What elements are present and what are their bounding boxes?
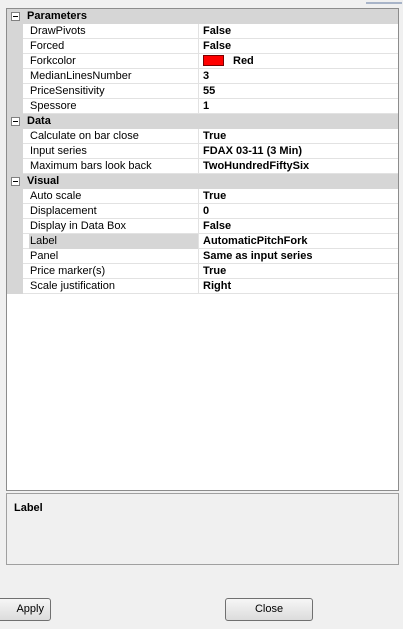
color-swatch: [203, 55, 224, 66]
property-row-price-markers[interactable]: Price marker(s) True: [7, 264, 398, 279]
property-grid[interactable]: Parameters DrawPivots False Forced False…: [6, 8, 399, 491]
property-row-medianlinesnumber[interactable]: MedianLinesNumber 3: [7, 69, 398, 84]
property-name: Forkcolor: [29, 54, 199, 69]
property-row-scale-justification[interactable]: Scale justification Right: [7, 279, 398, 294]
property-name: Auto scale: [29, 189, 199, 204]
property-name: PriceSensitivity: [29, 84, 199, 99]
category-label: Parameters: [27, 10, 87, 22]
property-name: Scale justification: [29, 279, 199, 294]
property-row-forced[interactable]: Forced False: [7, 39, 398, 54]
property-value[interactable]: True: [200, 264, 398, 279]
property-name: Display in Data Box: [29, 219, 199, 234]
property-name: Price marker(s): [29, 264, 199, 279]
category-label: Data: [27, 115, 51, 127]
property-row-forkcolor[interactable]: Forkcolor Red: [7, 54, 398, 69]
property-row-calculate-on-bar-close[interactable]: Calculate on bar close True: [7, 129, 398, 144]
title-bar-fragment: [366, 2, 402, 4]
apply-button[interactable]: Apply: [0, 598, 51, 621]
property-name: Spessore: [29, 99, 199, 114]
property-row-auto-scale[interactable]: Auto scale True: [7, 189, 398, 204]
category-visual[interactable]: Visual: [7, 174, 398, 189]
collapse-icon[interactable]: [11, 12, 20, 21]
property-name: Label: [29, 234, 199, 249]
property-description-panel: Label: [6, 493, 399, 565]
property-name: Panel: [29, 249, 199, 264]
close-button[interactable]: Close: [225, 598, 313, 621]
property-name: DrawPivots: [29, 24, 199, 39]
property-value[interactable]: True: [200, 189, 398, 204]
window-top-strip: [0, 0, 403, 8]
property-row-display-in-data-box[interactable]: Display in Data Box False: [7, 219, 398, 234]
property-value[interactable]: FDAX 03-11 (3 Min): [200, 144, 398, 159]
property-row-maximum-bars-look-back[interactable]: Maximum bars look back TwoHundredFiftySi…: [7, 159, 398, 174]
property-value[interactable]: 3: [200, 69, 398, 84]
property-row-displacement[interactable]: Displacement 0: [7, 204, 398, 219]
property-name: MedianLinesNumber: [29, 69, 199, 84]
collapse-icon[interactable]: [11, 177, 20, 186]
property-value[interactable]: 1: [200, 99, 398, 114]
property-value[interactable]: False: [200, 24, 398, 39]
property-value[interactable]: 0: [200, 204, 398, 219]
property-value[interactable]: 55: [200, 84, 398, 99]
property-name: Calculate on bar close: [29, 129, 199, 144]
category-label: Visual: [27, 175, 60, 187]
property-value[interactable]: Same as input series: [200, 249, 398, 264]
property-row-pricesensitivity[interactable]: PriceSensitivity 55: [7, 84, 398, 99]
category-data[interactable]: Data: [7, 114, 398, 129]
property-value[interactable]: Right: [200, 279, 398, 294]
property-row-input-series[interactable]: Input series FDAX 03-11 (3 Min): [7, 144, 398, 159]
collapse-icon[interactable]: [11, 117, 20, 126]
property-name: Forced: [29, 39, 199, 54]
property-value-color[interactable]: Red: [200, 54, 398, 69]
property-name: Input series: [29, 144, 199, 159]
color-name: Red: [233, 55, 254, 67]
property-value[interactable]: AutomaticPitchFork: [200, 234, 398, 249]
property-value[interactable]: True: [200, 129, 398, 144]
property-row-label[interactable]: Label AutomaticPitchFork: [7, 234, 398, 249]
property-row-drawpivots[interactable]: DrawPivots False: [7, 24, 398, 39]
property-name: Maximum bars look back: [29, 159, 199, 174]
property-value[interactable]: False: [200, 39, 398, 54]
property-value[interactable]: False: [200, 219, 398, 234]
property-row-spessore[interactable]: Spessore 1: [7, 99, 398, 114]
category-parameters[interactable]: Parameters: [7, 9, 398, 24]
property-name: Displacement: [29, 204, 199, 219]
description-title: Label: [14, 502, 43, 514]
property-value[interactable]: TwoHundredFiftySix: [200, 159, 398, 174]
property-row-panel[interactable]: Panel Same as input series: [7, 249, 398, 264]
